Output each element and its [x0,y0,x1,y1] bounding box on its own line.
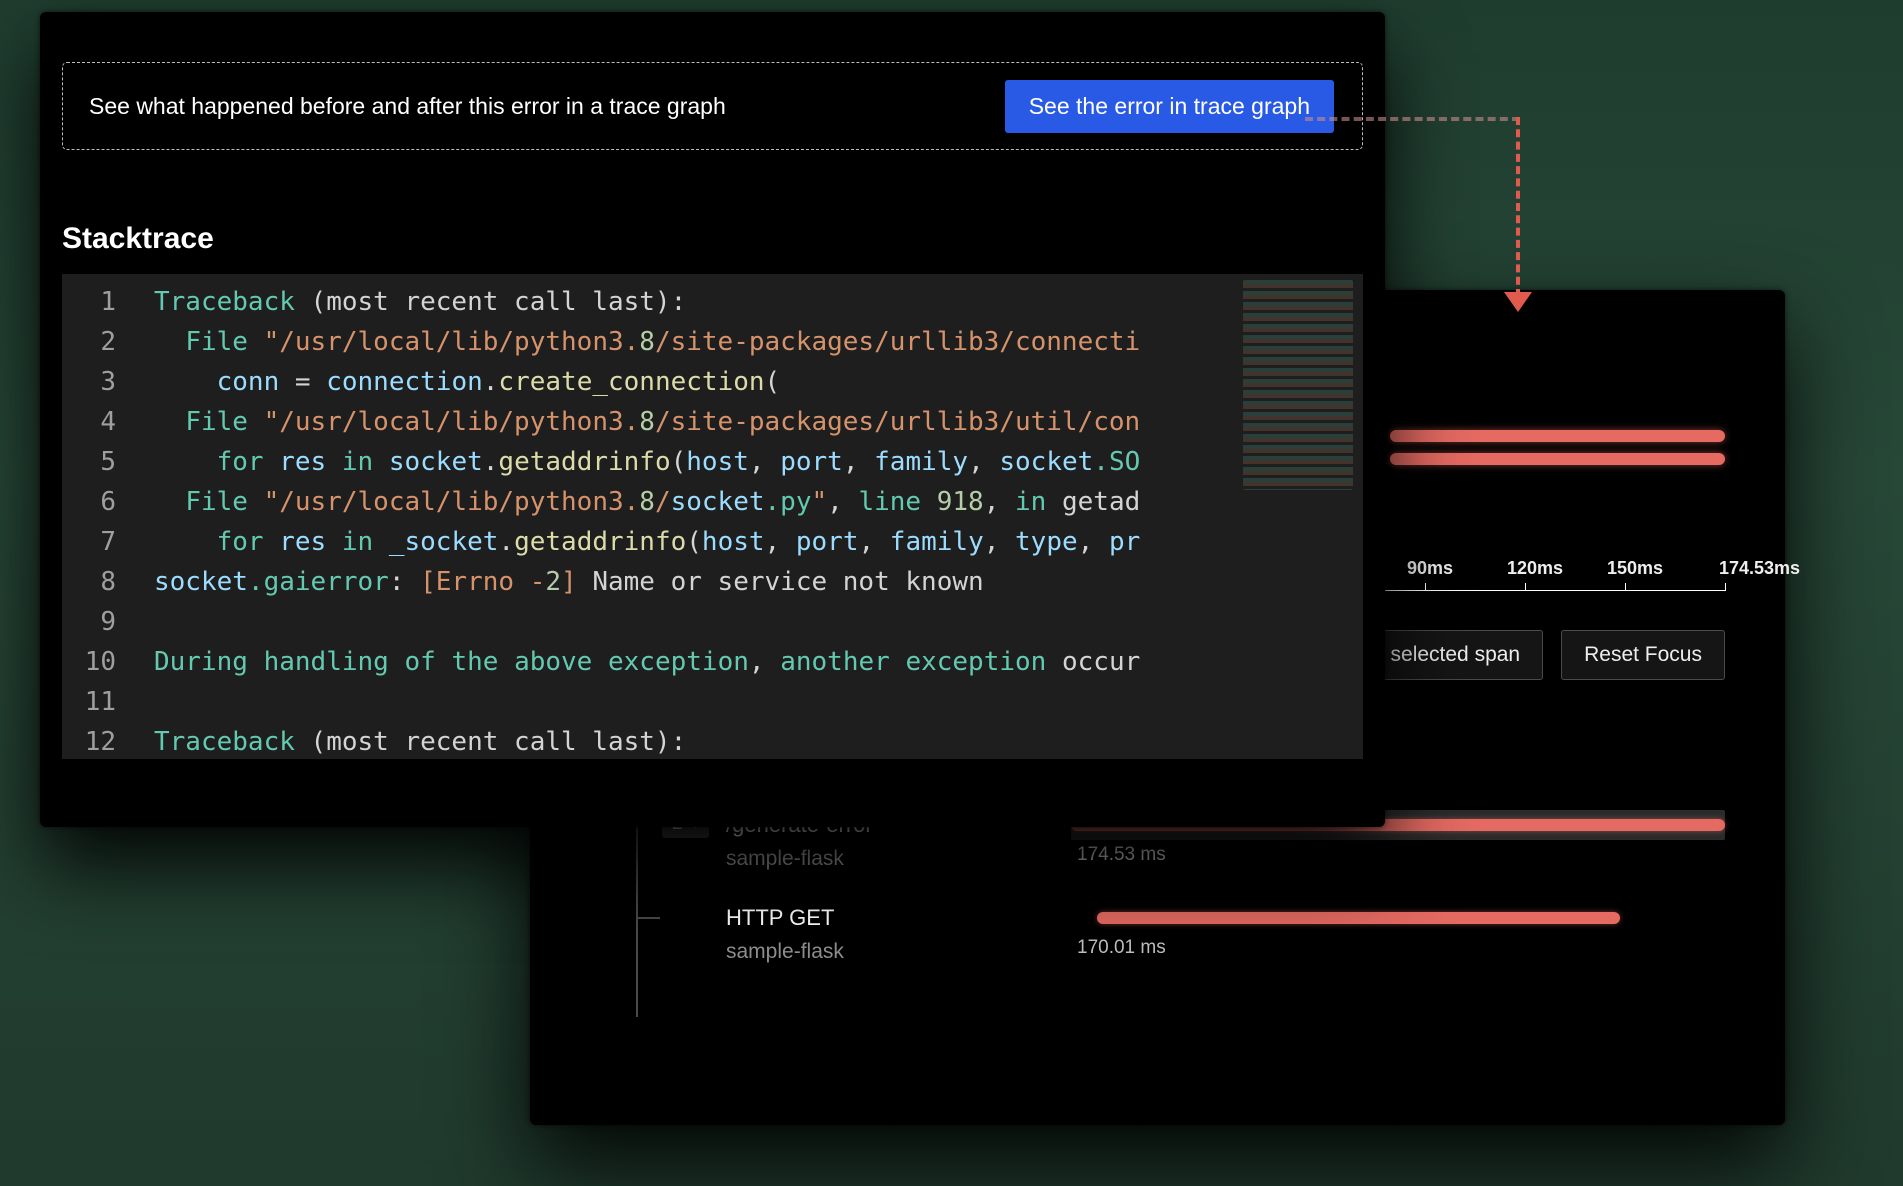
span-duration: 170.01 ms [1077,937,1166,959]
axis-tick-label: 174.53ms [1719,558,1800,579]
trace-tree [630,903,726,959]
code-line-number: 3 [62,362,116,402]
tree-vline [636,895,638,1017]
reset-focus-button[interactable]: Reset Focus [1561,630,1725,680]
stacktrace-code[interactable]: 123456789101112 Traceback (most recent c… [62,274,1363,759]
trace-overview-bar [1390,453,1725,465]
code-line-number: 10 [62,642,116,682]
code-line: for res in socket.getaddrinfo(host, port… [154,442,1233,482]
code-line: Traceback (most recent call last): [154,722,1233,759]
trace-span-list: 2/generate-errorsample-flask174.53 msHTT… [630,810,1725,996]
code-line [154,682,1233,722]
code-line-number: 7 [62,522,116,562]
trace-span-row[interactable]: HTTP GET sample-flask 170.01 ms [630,903,1725,966]
code-body: Traceback (most recent call last): File … [136,274,1233,759]
code-line: During handling of the above exception, … [154,642,1233,682]
span-bar-area: 170.01 ms [1071,903,1725,963]
code-line: File "/usr/local/lib/python3.8/socket.py… [154,482,1233,522]
section-stacktrace-title: Stacktrace [62,222,1385,256]
code-line-number: 5 [62,442,116,482]
code-line-number: 4 [62,402,116,442]
code-line: File "/usr/local/lib/python3.8/site-pack… [154,322,1233,362]
code-line: Traceback (most recent call last): [154,282,1233,322]
code-line-number: 8 [62,562,116,602]
span-duration: 174.53 ms [1077,844,1166,866]
trace-time-axis: is90ms120ms150ms174.53ms [1325,590,1725,591]
axis-tick-label: 120ms [1507,558,1563,579]
see-trace-button[interactable]: See the error in trace graph [1005,80,1334,133]
trace-overview-bar [1390,430,1725,442]
trace-buttons: selected span Reset Focus [1368,630,1725,680]
trace-callout-text: See what happened before and after this … [89,93,726,120]
code-line: File "/usr/local/lib/python3.8/site-pack… [154,402,1233,442]
code-line: for res in _socket.getaddrinfo(host, por… [154,522,1233,562]
span-name: HTTP GET [726,904,1071,932]
code-line [154,602,1233,642]
code-line: conn = connection.create_connection( [154,362,1233,402]
focus-selected-span-button[interactable]: selected span [1368,630,1544,680]
code-line-number: 11 [62,682,116,722]
trace-overview-bars [1390,430,1725,476]
tree-hline [636,917,660,919]
code-line-number: 12 [62,722,116,759]
span-bar-fill [1097,912,1620,924]
arrow-vertical [1516,117,1520,297]
code-line-number: 6 [62,482,116,522]
code-line-number: 1 [62,282,116,322]
axis-tick-label: 150ms [1607,558,1663,579]
span-text: HTTP GET sample-flask [726,903,1071,966]
span-service: sample-flask [726,845,1071,873]
axis-tick-label: 90ms [1407,558,1453,579]
code-line-number: 2 [62,322,116,362]
code-minimap[interactable] [1243,280,1353,490]
stacktrace-panel: See what happened before and after this … [40,12,1385,827]
code-gutter: 123456789101112 [62,274,136,759]
code-line: socket.gaierror: [Errno -2] Name or serv… [154,562,1233,602]
trace-callout: See what happened before and after this … [62,62,1363,150]
span-service: sample-flask [726,938,1071,966]
code-line-number: 9 [62,602,116,642]
